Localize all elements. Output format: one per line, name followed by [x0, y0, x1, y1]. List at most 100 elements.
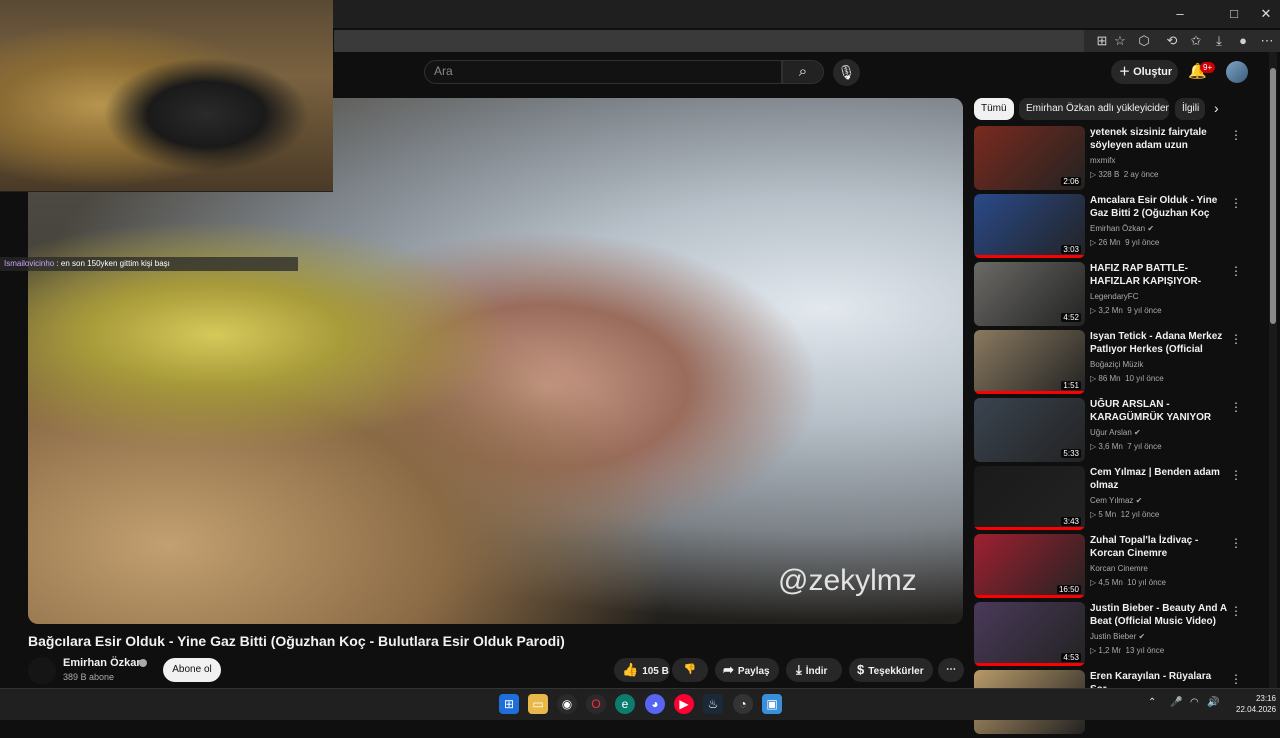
youtube-music-icon[interactable]: ▶ [674, 694, 694, 714]
channel-avatar[interactable] [28, 657, 56, 685]
more-options-icon[interactable]: ⋮ [1230, 672, 1242, 686]
video-thumbnail[interactable]: 4:53 [974, 602, 1085, 666]
favorites-icon[interactable]: ✩ [1188, 33, 1204, 49]
browser-menu-icon[interactable]: ⋯ [1259, 33, 1275, 49]
photos-icon[interactable]: ▣ [762, 694, 782, 714]
search-input[interactable] [424, 60, 782, 84]
recommendation-title[interactable]: Justin Bieber - Beauty And A Beat (Offic… [1090, 602, 1228, 629]
close-window-icon[interactable]: ✕ [1251, 4, 1280, 24]
recommendation-channel[interactable]: Korcan Cinemre [1090, 564, 1148, 573]
recommendation-channel[interactable]: Boğaziçi Müzik [1090, 360, 1143, 369]
profile-icon[interactable]: ● [1235, 33, 1251, 49]
chat-username: Ismailovicinho [4, 259, 55, 268]
thanks-button[interactable]: $ Teşekkürler [849, 658, 933, 682]
like-button[interactable]: 👍 105 B [614, 658, 670, 682]
recommendation-channel[interactable]: mxmifx [1090, 156, 1115, 165]
file-explorer-icon[interactable]: ▭ [528, 694, 548, 714]
recommendation-channel[interactable]: Cem Yılmaz ✔ [1090, 496, 1142, 505]
search-button[interactable]: ⌕ [782, 60, 824, 84]
app-available-icon[interactable]: ⊞ [1094, 33, 1110, 49]
watch-progress-bar [974, 391, 1085, 394]
recommendation-title[interactable]: Amcalara Esir Olduk - Yine Gaz Bitti 2 (… [1090, 194, 1228, 221]
opera-icon[interactable]: O [586, 694, 606, 714]
video-thumbnail[interactable]: 2:06 [974, 126, 1085, 190]
recommendation-channel[interactable]: Uğur Arslan ✔ [1090, 428, 1141, 437]
voice-search-button[interactable]: 🎙 [833, 59, 860, 86]
video-thumbnail[interactable]: 1:51 [974, 330, 1085, 394]
recommendation-item[interactable]: 2:06 yetenek sizsiniz fairytale söyleyen… [974, 126, 1256, 194]
recommendation-meta: ▷ 86 Mn 10 yıl önce [1090, 374, 1164, 383]
video-thumbnail[interactable]: 3:03 [974, 194, 1085, 258]
extension-icon[interactable]: ⬡ [1136, 33, 1152, 49]
scrollbar-thumb[interactable] [1270, 68, 1276, 324]
more-options-icon[interactable]: ⋮ [1230, 332, 1242, 346]
subscribe-button[interactable]: Abone ol [163, 658, 221, 682]
chrome-icon[interactable]: ◉ [557, 694, 577, 714]
upload-age: 7 yıl önce [1127, 442, 1162, 451]
discord-icon[interactable]: ◕ [645, 694, 665, 714]
recommendation-title[interactable]: UĞUR ARSLAN - KARAGÜMRÜK YANIYOR [1090, 398, 1228, 424]
address-bar[interactable] [334, 30, 1084, 52]
chip-all[interactable]: Tümü [974, 98, 1014, 120]
thanks-label: Teşekkürler [868, 666, 924, 677]
more-actions-button[interactable]: ⋯ [938, 658, 964, 682]
recommendation-title[interactable]: Zuhal Topal'la İzdivaç - Korcan Cinemre [1090, 534, 1228, 560]
system-clock[interactable]: 23:16 22.04.2026 [1236, 693, 1276, 715]
video-thumbnail[interactable]: 5:33 [974, 398, 1085, 462]
video-thumbnail[interactable]: 3:43 [974, 466, 1085, 530]
dislike-button[interactable]: 👎 [672, 658, 708, 682]
thanks-icon: $ [857, 662, 865, 677]
recommendation-item[interactable]: 16:50 Zuhal Topal'la İzdivaç - Korcan Ci… [974, 534, 1256, 602]
video-duration: 3:03 [1061, 245, 1081, 254]
view-count: 1,2 Mr [1098, 646, 1122, 655]
minimize-icon[interactable]: – [1165, 4, 1195, 24]
create-button[interactable]: ＋ Oluştur [1111, 60, 1178, 84]
view-count: 3,2 Mn [1098, 306, 1123, 315]
video-thumbnail[interactable]: 4:52 [974, 262, 1085, 326]
recommendation-title[interactable]: yetenek sizsiniz fairytale söyleyen adam… [1090, 126, 1228, 152]
recommendation-channel[interactable]: Justin Bieber ✔ [1090, 632, 1145, 641]
recommendation-title[interactable]: Cem Yılmaz | Benden adam olmaz [1090, 466, 1228, 492]
chevron-right-icon[interactable]: › [1214, 100, 1219, 116]
recommendation-item[interactable]: 1:51 Isyan Tetick - Adana Merkez Patlıyo… [974, 330, 1256, 398]
downloads-icon[interactable]: ⤓ [1211, 33, 1227, 49]
recommendation-title[interactable]: Isyan Tetick - Adana Merkez Patlıyor Her… [1090, 330, 1228, 357]
favorite-star-icon[interactable]: ☆ [1112, 33, 1128, 49]
share-button[interactable]: ➦ Paylaş [715, 658, 779, 682]
video-duration: 2:06 [1061, 177, 1081, 186]
maximize-icon[interactable]: □ [1219, 4, 1249, 24]
recommendation-item[interactable]: 3:03 Amcalara Esir Olduk - Yine Gaz Bitt… [974, 194, 1256, 262]
wifi-icon[interactable]: ◠ [1190, 697, 1199, 708]
microphone-tray-icon[interactable]: 🎤 [1170, 697, 1182, 708]
chip-from-uploader[interactable]: Emirhan Özkan adlı yükleyiciden [1019, 98, 1169, 120]
steam-icon[interactable]: ♨ [703, 694, 723, 714]
video-thumbnail[interactable]: 16:50 [974, 534, 1085, 598]
account-avatar[interactable] [1226, 61, 1248, 83]
more-options-icon[interactable]: ⋮ [1230, 536, 1242, 550]
more-options-icon[interactable]: ⋮ [1230, 400, 1242, 414]
recommendation-channel[interactable]: Emirhan Özkan ✔ [1090, 224, 1154, 233]
chip-related[interactable]: İlgili [1175, 98, 1205, 120]
recommendation-item[interactable]: 5:33 UĞUR ARSLAN - KARAGÜMRÜK YANIYOR Uğ… [974, 398, 1256, 466]
more-options-icon[interactable]: ⋮ [1230, 128, 1242, 142]
recommendation-item[interactable]: 3:43 Cem Yılmaz | Benden adam olmaz Cem … [974, 466, 1256, 534]
subscriber-count: 389 B abone [63, 672, 115, 682]
download-button[interactable]: ⤓ İndir [786, 658, 842, 682]
recommendation-item[interactable]: 4:53 Justin Bieber - Beauty And A Beat (… [974, 602, 1256, 670]
start-icon[interactable]: ⊞ [499, 694, 519, 714]
app-icon[interactable]: ◔ [733, 694, 753, 714]
more-options-icon[interactable]: ⋮ [1230, 604, 1242, 618]
volume-icon[interactable]: 🔊 [1207, 697, 1219, 708]
more-options-icon[interactable]: ⋮ [1230, 196, 1242, 210]
recommendation-item[interactable]: 4:52 HAFIZ RAP BATTLE-HAFIZLAR KAPIŞIYOR… [974, 262, 1256, 330]
edge-icon[interactable]: e [615, 694, 635, 714]
upload-age: 9 yıl önce [1125, 238, 1160, 247]
recommendation-channel[interactable]: LegendaryFC [1090, 292, 1138, 301]
more-options-icon[interactable]: ⋮ [1230, 264, 1242, 278]
watch-progress-bar [974, 527, 1085, 530]
channel-name[interactable]: Emirhan Özkan [63, 657, 143, 669]
more-options-icon[interactable]: ⋮ [1230, 468, 1242, 482]
copilot-icon[interactable]: ⟲ [1164, 33, 1180, 49]
chevron-up-icon[interactable]: ⌃ [1148, 697, 1156, 708]
recommendation-title[interactable]: HAFIZ RAP BATTLE-HAFIZLAR KAPIŞIYOR-HAFI… [1090, 262, 1228, 289]
